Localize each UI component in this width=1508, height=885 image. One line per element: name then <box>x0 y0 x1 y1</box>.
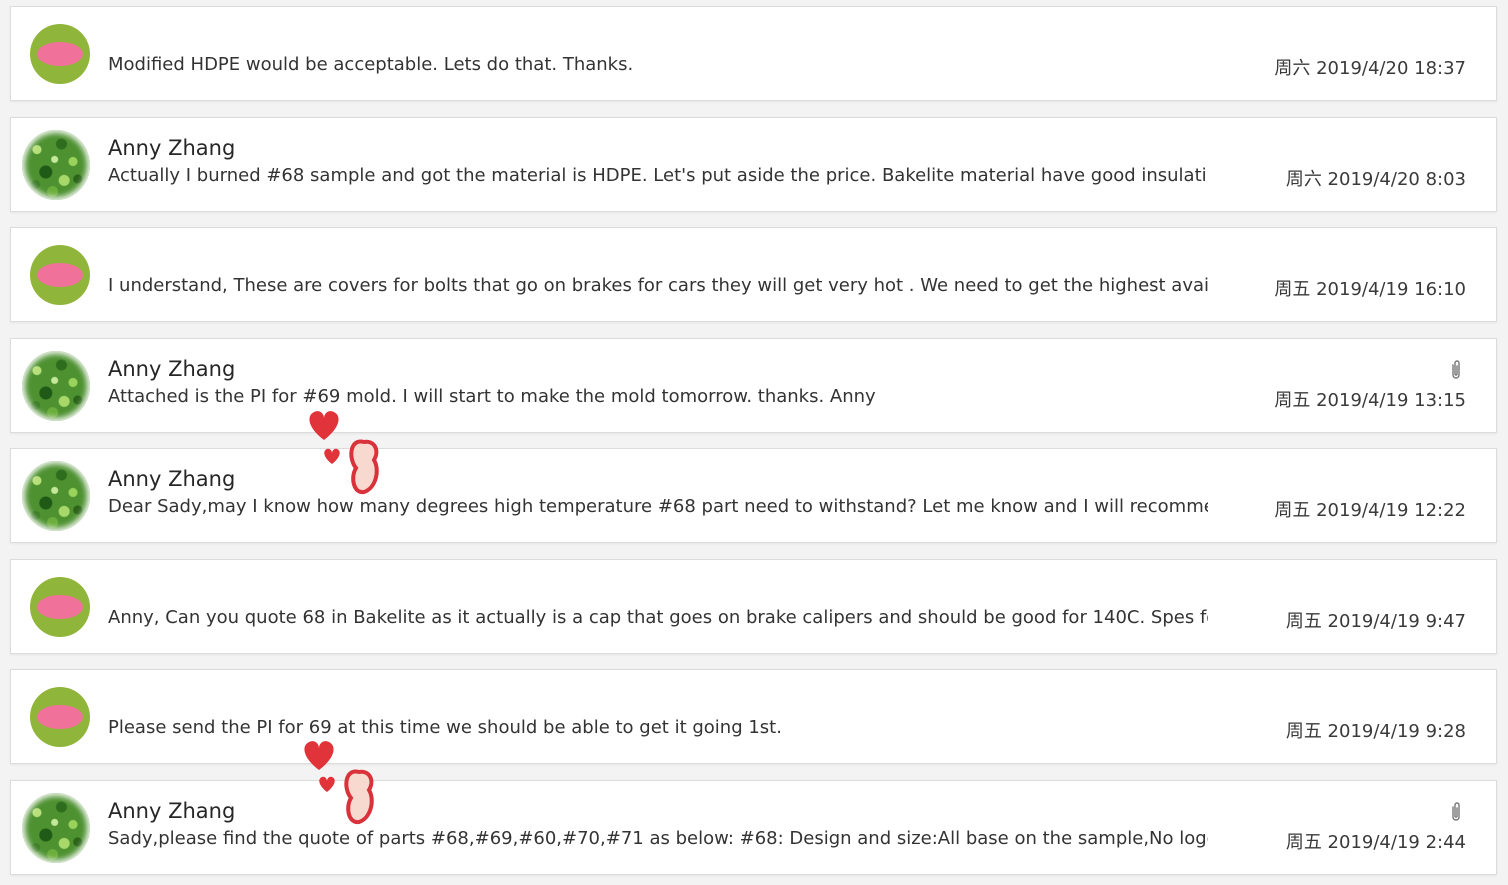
placeholder-avatar <box>30 577 90 637</box>
sender-name: Anny Zhang <box>108 357 236 381</box>
avatar <box>22 351 90 421</box>
message-date: 周五 2019/4/19 13:15 <box>1274 390 1466 411</box>
message-preview: Actually I burned #68 sample and got the… <box>108 165 1208 186</box>
message-row[interactable]: Modified HDPE would be acceptable. Lets … <box>10 6 1497 101</box>
message-list: Modified HDPE would be acceptable. Lets … <box>0 0 1508 885</box>
paperclip-icon <box>1452 802 1460 821</box>
message-preview: Sady,please find the quote of parts #68,… <box>108 828 1208 849</box>
message-date: 周五 2019/4/19 2:44 <box>1285 832 1466 853</box>
avatar <box>22 130 90 200</box>
message-row[interactable]: Anny Zhang Actually I burned #68 sample … <box>10 117 1497 212</box>
message-date: 周六 2019/4/20 8:03 <box>1285 169 1466 190</box>
message-date: 周五 2019/4/19 12:22 <box>1274 500 1466 521</box>
placeholder-avatar <box>30 24 90 84</box>
message-preview: Please send the PI for 69 at this time w… <box>108 717 782 738</box>
sender-name: Anny Zhang <box>108 136 236 160</box>
sender-name: Anny Zhang <box>108 799 236 823</box>
message-date: 周六 2019/4/20 18:37 <box>1274 58 1466 79</box>
message-preview: Modified HDPE would be acceptable. Lets … <box>108 54 634 75</box>
message-row[interactable]: I understand, These are covers for bolts… <box>10 227 1497 322</box>
message-row[interactable]: Anny, Can you quote 68 in Bakelite as it… <box>10 559 1497 654</box>
sender-name: Anny Zhang <box>108 467 236 491</box>
message-preview: Attached is the PI for #69 mold. I will … <box>108 386 876 407</box>
message-date: 周五 2019/4/19 9:47 <box>1285 611 1466 632</box>
message-row[interactable]: Anny Zhang Attached is the PI for #69 mo… <box>10 338 1497 433</box>
placeholder-avatar <box>30 245 90 305</box>
message-preview: Anny, Can you quote 68 in Bakelite as it… <box>108 607 1208 628</box>
message-date: 周五 2019/4/19 9:28 <box>1285 721 1466 742</box>
message-preview: Dear Sady,may I know how many degrees hi… <box>108 496 1208 517</box>
message-preview: I understand, These are covers for bolts… <box>108 275 1208 296</box>
message-row[interactable]: Anny Zhang Sady,please find the quote of… <box>10 780 1497 875</box>
message-row[interactable]: Please send the PI for 69 at this time w… <box>10 669 1497 764</box>
avatar <box>22 461 90 531</box>
paperclip-icon <box>1452 360 1460 379</box>
message-row[interactable]: Anny Zhang Dear Sady,may I know how many… <box>10 448 1497 543</box>
placeholder-avatar <box>30 687 90 747</box>
message-date: 周五 2019/4/19 16:10 <box>1274 279 1466 300</box>
avatar <box>22 793 90 863</box>
